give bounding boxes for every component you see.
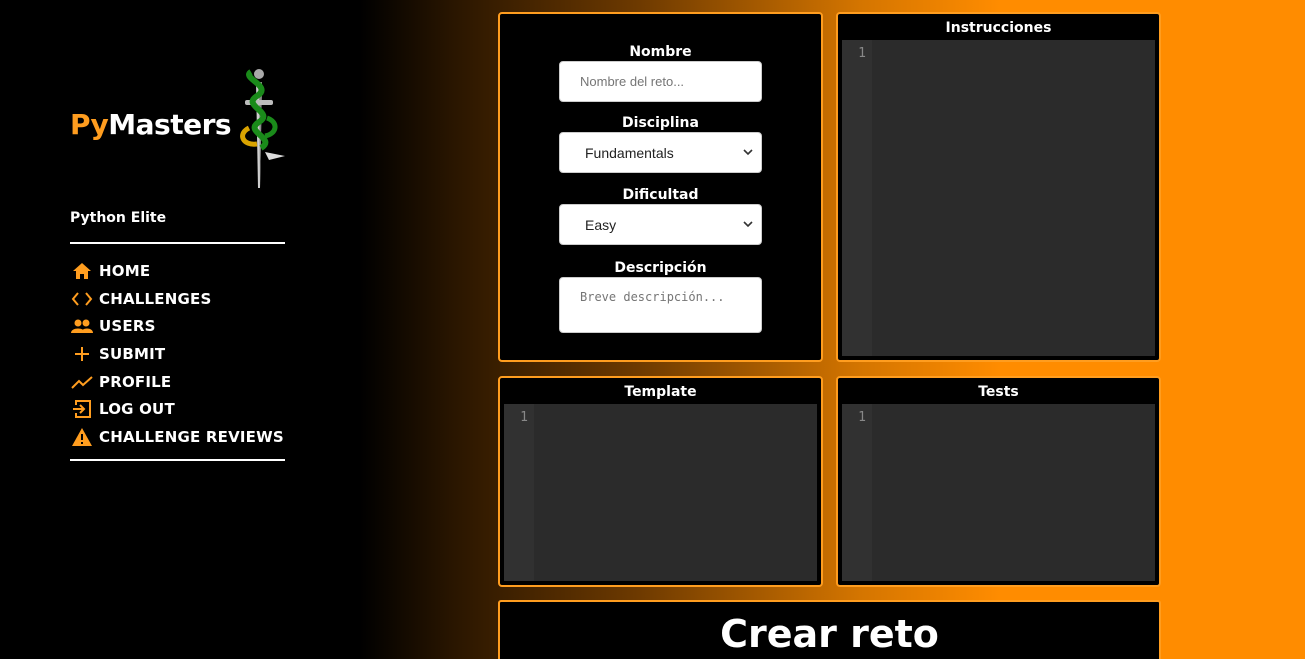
line-number: 1 — [858, 46, 866, 61]
create-challenge-button[interactable]: Crear reto — [498, 600, 1161, 659]
user-name: Python Elite — [70, 210, 167, 226]
plus-icon — [70, 343, 94, 365]
discipline-value: Fundamentals — [585, 144, 674, 161]
line-gutter: 1 — [842, 404, 872, 581]
home-icon — [70, 260, 94, 282]
sidebar: PyMasters Python Elite HOME CHALLENGES U… — [0, 0, 360, 659]
difficulty-select[interactable]: Easy — [559, 204, 762, 245]
line-number: 1 — [520, 410, 528, 425]
name-label: Nombre — [629, 44, 692, 60]
name-input[interactable]: Nombre del reto... — [559, 61, 762, 102]
nav-label: SUBMIT — [99, 344, 166, 363]
code-icon — [70, 288, 94, 310]
line-gutter: 1 — [842, 40, 872, 356]
nav-label: PROFILE — [99, 372, 172, 391]
nav-item-submit[interactable]: SUBMIT — [70, 340, 284, 368]
main-nav: HOME CHALLENGES USERS SUBMIT PROFILE LOG… — [70, 257, 284, 451]
tests-title: Tests — [978, 384, 1019, 400]
nav-item-users[interactable]: USERS — [70, 312, 284, 340]
description-placeholder: Breve descripción... — [580, 290, 725, 304]
nav-item-challenges[interactable]: CHALLENGES — [70, 285, 284, 313]
nav-item-logout[interactable]: LOG OUT — [70, 395, 284, 423]
tests-panel: Tests 1 — [836, 376, 1161, 587]
nav-item-home[interactable]: HOME — [70, 257, 284, 285]
nav-item-profile[interactable]: PROFILE — [70, 368, 284, 396]
difficulty-label: Dificultad — [622, 187, 699, 203]
nav-label: HOME — [99, 261, 151, 280]
discipline-select[interactable]: Fundamentals — [559, 132, 762, 173]
nav-label: CHALLENGES — [99, 289, 212, 308]
nav-label: USERS — [99, 317, 156, 336]
instructions-panel: Instrucciones 1 — [836, 12, 1161, 362]
pymasters-logo[interactable]: PyMasters — [68, 60, 288, 192]
description-label: Descripción — [614, 260, 707, 276]
template-title: Template — [624, 384, 697, 400]
nav-label: LOG OUT — [99, 400, 175, 419]
nav-label: CHALLENGE REVIEWS — [99, 427, 284, 446]
name-placeholder: Nombre del reto... — [580, 74, 685, 89]
template-panel: Template 1 — [498, 376, 823, 587]
line-gutter: 1 — [504, 404, 534, 581]
discipline-label: Disciplina — [622, 115, 699, 131]
logo-masters-text: Masters — [108, 108, 232, 141]
divider — [70, 242, 285, 244]
template-editor[interactable]: 1 — [504, 404, 817, 581]
chevron-down-icon — [743, 149, 753, 156]
description-textarea[interactable]: Breve descripción... — [559, 277, 762, 333]
nav-item-challenge-reviews[interactable]: CHALLENGE REVIEWS — [70, 423, 284, 451]
trend-icon — [70, 371, 94, 393]
difficulty-value: Easy — [585, 216, 617, 233]
tests-editor[interactable]: 1 — [842, 404, 1155, 581]
instructions-title: Instrucciones — [945, 20, 1052, 36]
challenge-form-panel: Nombre Nombre del reto... Disciplina Fun… — [498, 12, 823, 362]
instructions-editor[interactable]: 1 — [842, 40, 1155, 356]
line-number: 1 — [858, 410, 866, 425]
warning-icon — [70, 426, 94, 448]
users-icon — [70, 315, 94, 337]
divider — [70, 459, 285, 461]
logo-py-text: Py — [70, 108, 109, 141]
sword-snake-icon — [240, 69, 285, 188]
chevron-down-icon — [743, 221, 753, 228]
logout-icon — [70, 398, 94, 420]
